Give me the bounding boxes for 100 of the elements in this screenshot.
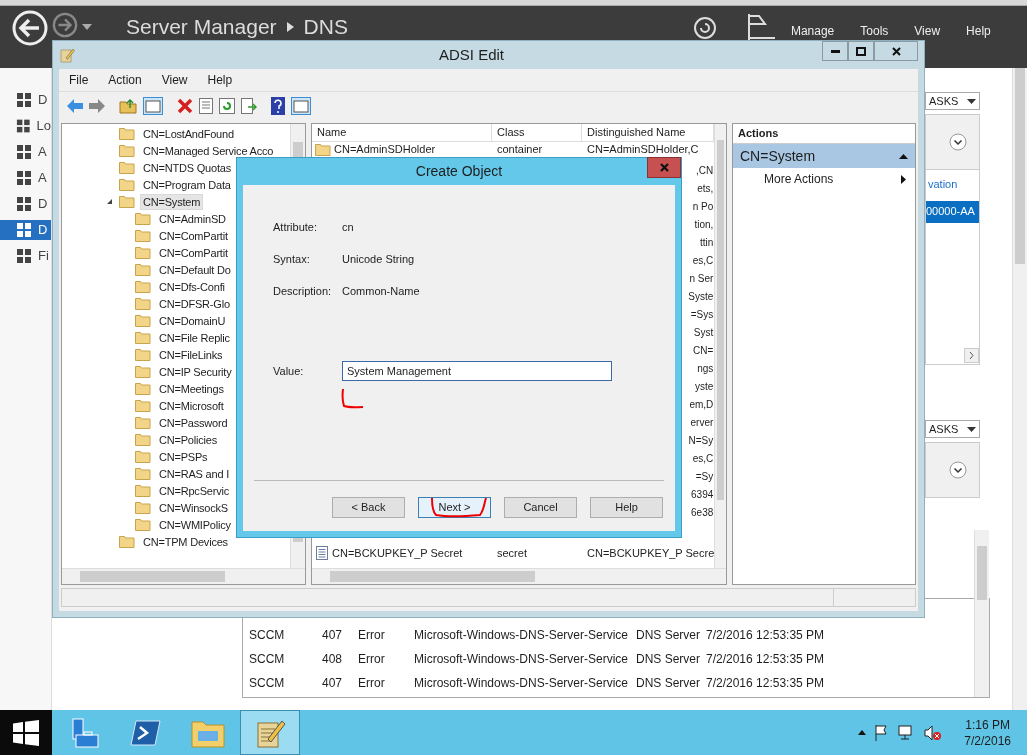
tree-item[interactable]: CN=Meetings [156, 380, 227, 397]
minimize-button[interactable] [822, 41, 848, 61]
tree-item[interactable]: CN=DomainU [156, 312, 229, 329]
expander-icon[interactable] [105, 198, 113, 205]
scrollbar[interactable] [974, 530, 989, 600]
tree-item[interactable]: CN=PSPs [156, 448, 211, 465]
tree-item[interactable]: CN=File Replic [156, 329, 233, 346]
menu-item[interactable]: View [161, 71, 188, 89]
scrollbar[interactable] [312, 568, 726, 584]
dialog-button[interactable]: Next > [418, 497, 491, 518]
tree-item[interactable]: CN=WinsockS [156, 499, 231, 516]
tree-item[interactable]: CN=ComPartit [156, 244, 231, 261]
tree-item[interactable]: CN=Managed Service Acco [140, 142, 277, 159]
collapse-chevron-icon[interactable] [949, 461, 967, 479]
menu-item[interactable]: Help [207, 71, 233, 89]
show-hidden-icons-icon[interactable] [858, 730, 867, 735]
value-input[interactable]: System Management [342, 361, 612, 381]
server-role-icon [16, 170, 32, 186]
clock-time[interactable]: 1:16 PM [965, 716, 1010, 733]
show-pane-icon[interactable] [143, 96, 163, 115]
column-header[interactable]: Name [312, 124, 492, 141]
dialog-button[interactable]: Cancel [504, 497, 577, 518]
minimize-icon [830, 49, 840, 53]
flag-icon[interactable] [746, 14, 777, 40]
tree-item[interactable]: CN=Microsoft [156, 397, 227, 414]
close-button[interactable] [874, 41, 918, 61]
dialog-button[interactable]: < Back [332, 497, 405, 518]
scrollbar[interactable] [1012, 68, 1027, 710]
nav-item[interactable]: Lo [0, 116, 51, 136]
column-header[interactable]: Class [492, 124, 582, 141]
properties-icon[interactable] [199, 97, 213, 114]
tree-item[interactable]: CN=Dfs-Confi [156, 278, 228, 295]
tree-item[interactable]: CN=Password [156, 414, 231, 431]
nav-item[interactable]: D [0, 220, 51, 240]
menu-item[interactable]: Manage [790, 22, 835, 40]
nav-item[interactable]: A [0, 168, 51, 188]
forward-icon[interactable] [52, 12, 78, 38]
tasks-dropdown[interactable]: ASKS [925, 92, 980, 110]
nav-item[interactable]: A [0, 142, 51, 162]
server-role-icon [16, 118, 31, 134]
forward-arrow-icon[interactable] [89, 98, 105, 113]
dialog-title: Create Object [415, 162, 503, 181]
tree-item[interactable]: CN=AdminSD [156, 210, 229, 227]
back-icon[interactable] [12, 10, 48, 46]
nav-item[interactable]: Fi [0, 246, 51, 266]
maximize-button[interactable] [848, 41, 874, 61]
back-arrow-icon[interactable] [67, 98, 83, 113]
taskbar-button[interactable] [240, 710, 300, 755]
tree-item[interactable]: CN=RAS and I [156, 465, 233, 482]
folder-up-icon[interactable] [119, 97, 137, 114]
tree-item[interactable]: CN=IP Security [156, 363, 235, 380]
start-button[interactable] [0, 710, 52, 755]
scrollbar[interactable] [714, 124, 726, 568]
collapse-chevron-icon[interactable] [949, 133, 967, 151]
link[interactable]: vation [926, 176, 979, 193]
tree-item[interactable]: CN=Program Data [140, 176, 234, 193]
speaker-muted-icon[interactable] [924, 724, 943, 741]
nav-item[interactable]: D [0, 194, 51, 214]
clock-date[interactable]: 7/2/2016 [964, 732, 1011, 749]
table-row[interactable]: 00000-AA [926, 200, 979, 223]
tree-item[interactable]: CN=Default Do [156, 261, 234, 278]
menu-item[interactable]: Tools [860, 22, 889, 40]
table-cell-text: secret [496, 545, 528, 561]
refresh-icon[interactable] [219, 97, 235, 114]
show-pane-icon[interactable] [291, 96, 311, 115]
dialog-button[interactable]: Help [590, 497, 663, 518]
menu-item[interactable]: Action [108, 71, 142, 89]
tree-item[interactable]: CN=TPM Devices [140, 533, 231, 550]
tree-item[interactable]: CN=RpcServic [156, 482, 233, 499]
caret-icon [967, 98, 976, 104]
submenu-arrow-icon [901, 174, 906, 184]
server-role-icon [16, 196, 32, 212]
close-button[interactable] [647, 157, 681, 178]
tree-item[interactable]: CN=WMIPolicy [156, 516, 234, 533]
table-cell-text: Microsoft-Windows-DNS-Server-Service [414, 627, 630, 644]
scrollbar[interactable] [62, 568, 305, 584]
nav-item[interactable]: D [0, 90, 51, 110]
table-cell-text: 6e38 [691, 505, 714, 520]
tree-item[interactable]: CN=Policies [156, 431, 220, 448]
tree-item[interactable]: CN=DFSR-Glo [156, 295, 233, 312]
tree-item[interactable]: CN=ComPartit [156, 227, 231, 244]
menu-item[interactable]: File [69, 71, 89, 89]
export-icon[interactable] [241, 97, 257, 114]
scrollbar[interactable] [974, 599, 989, 697]
folder-icon [135, 416, 151, 429]
menu-item[interactable]: Help [966, 22, 991, 40]
scroll-right-icon[interactable] [964, 348, 979, 363]
tasks-dropdown[interactable]: ASKS [925, 420, 980, 438]
table-cell-text: 408 [322, 651, 344, 668]
tree-item[interactable]: CN=NTDS Quotas [140, 159, 234, 176]
delete-icon[interactable] [177, 97, 193, 114]
menu-item[interactable]: View [914, 22, 941, 40]
dropdown-caret-icon[interactable] [82, 24, 92, 30]
tree-item[interactable]: CN=System [140, 193, 204, 210]
action-group-header[interactable]: CN=System [733, 144, 915, 168]
help-icon[interactable] [271, 96, 285, 115]
tree-item[interactable]: CN=LostAndFound [140, 125, 237, 142]
action-item[interactable]: More Actions [733, 168, 915, 190]
tree-item[interactable]: CN=FileLinks [156, 346, 226, 363]
folder-icon [135, 382, 151, 395]
